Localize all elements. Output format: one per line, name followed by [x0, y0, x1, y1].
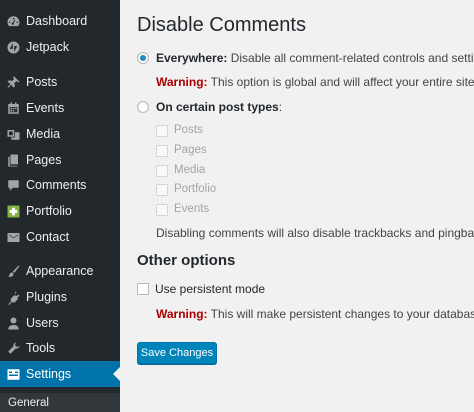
post-type-checkbox-events[interactable] [156, 204, 168, 216]
sidebar-item-dashboard[interactable]: Dashboard [0, 8, 120, 34]
everywhere-label: Everywhere: [156, 51, 228, 65]
persistent-warning: Warning: This will make persistent chang… [156, 307, 474, 321]
other-options-heading: Other options [137, 252, 236, 269]
post-type-checkbox-portfolio[interactable] [156, 184, 168, 196]
warning-text: This option is global and will affect yo… [210, 75, 474, 89]
portfolio-icon [0, 204, 26, 219]
post-type-label: Events [174, 203, 210, 215]
warning-text: This will make persistent changes to you… [210, 307, 474, 321]
sidebar-item-label: Contact [26, 230, 70, 244]
comment-icon [0, 178, 26, 193]
post-type-checkbox-pages[interactable] [156, 145, 168, 157]
sidebar-item-label: Pages [26, 153, 62, 167]
sidebar-item-label: Portfolio [26, 204, 72, 218]
everywhere-warning: Warning: This option is global and will … [156, 75, 474, 89]
mail-icon [0, 230, 26, 245]
pages-icon [0, 153, 26, 168]
sidebar-item-tools[interactable]: Tools [0, 335, 120, 361]
sidebar-item-jetpack[interactable]: Jetpack [0, 34, 120, 60]
post-type-label: Portfolio [174, 183, 217, 195]
page-title: Disable Comments [137, 14, 306, 36]
sidebar-item-comments[interactable]: Comments [0, 172, 120, 198]
post-type-label: Posts [174, 124, 203, 136]
sidebar-item-label: Settings [26, 367, 72, 381]
persistent-mode-checkbox[interactable] [137, 283, 149, 295]
sidebar-item-label: Posts [26, 75, 58, 89]
post-type-checkbox-media[interactable] [156, 165, 168, 177]
sidebar-item-label: Appearance [26, 264, 94, 278]
sidebar-item-events[interactable]: Events [0, 95, 120, 121]
everywhere-radio[interactable] [137, 52, 149, 64]
sidebar-item-label: Media [26, 127, 61, 141]
sidebar-item-label: Comments [26, 178, 87, 192]
post-type-checkbox-posts[interactable] [156, 125, 168, 137]
post-types-label: On certain post types [156, 100, 279, 114]
sidebar-item-label: Plugins [26, 290, 67, 304]
sidebar-item-portfolio[interactable]: Portfolio [0, 198, 120, 224]
sidebar-item-settings[interactable]: Settings [0, 361, 120, 387]
sidebar-item-contact[interactable]: Contact [0, 224, 120, 250]
post-types-note: Disabling comments will also disable tra… [156, 226, 474, 240]
post-types-radio[interactable] [137, 101, 149, 113]
sidebar-item-label: Dashboard [26, 14, 88, 28]
warning-label: Warning: [156, 75, 208, 89]
post-types-option: On certain post types: [156, 100, 282, 114]
post-types-colon: : [278, 100, 283, 114]
sidebar-item-posts[interactable]: Posts [0, 69, 120, 95]
sidebar-item-label: Users [26, 316, 59, 330]
calendar-icon [0, 101, 26, 116]
submenu-item-general[interactable]: General [0, 393, 120, 412]
brush-icon [0, 264, 26, 279]
warning-label: Warning: [156, 307, 208, 321]
main-content: Disable Comments Everywhere: Disable all… [120, 0, 474, 412]
sidebar-item-label: Events [26, 101, 65, 115]
sidebar-item-label: Jetpack [26, 40, 70, 54]
sidebar-item-plugins[interactable]: Plugins [0, 284, 120, 310]
pin-icon [0, 75, 26, 90]
sidebar-item-label: Tools [26, 341, 56, 355]
sidebar-item-pages[interactable]: Pages [0, 147, 120, 173]
jetpack-icon [0, 40, 26, 55]
post-type-label: Pages [174, 144, 207, 156]
dashboard-icon [0, 14, 26, 29]
post-type-label: Media [174, 164, 206, 176]
media-icon [0, 127, 26, 142]
sidebar-item-users[interactable]: Users [0, 310, 120, 336]
admin-sidebar: Dashboard Jetpack Posts Events Media Pag… [0, 0, 120, 412]
everywhere-description: Disable all comment-related controls and… [230, 51, 474, 65]
wrench-icon [0, 341, 26, 356]
settings-icon [0, 367, 26, 382]
plug-icon [0, 290, 26, 305]
persistent-mode-label: Use persistent mode [155, 282, 266, 296]
user-icon [0, 316, 26, 331]
everywhere-option: Everywhere: Disable all comment-related … [156, 51, 474, 65]
sidebar-item-media[interactable]: Media [0, 121, 120, 147]
sidebar-item-appearance[interactable]: Appearance [0, 258, 120, 284]
save-changes-button[interactable]: Save Changes [137, 342, 217, 364]
